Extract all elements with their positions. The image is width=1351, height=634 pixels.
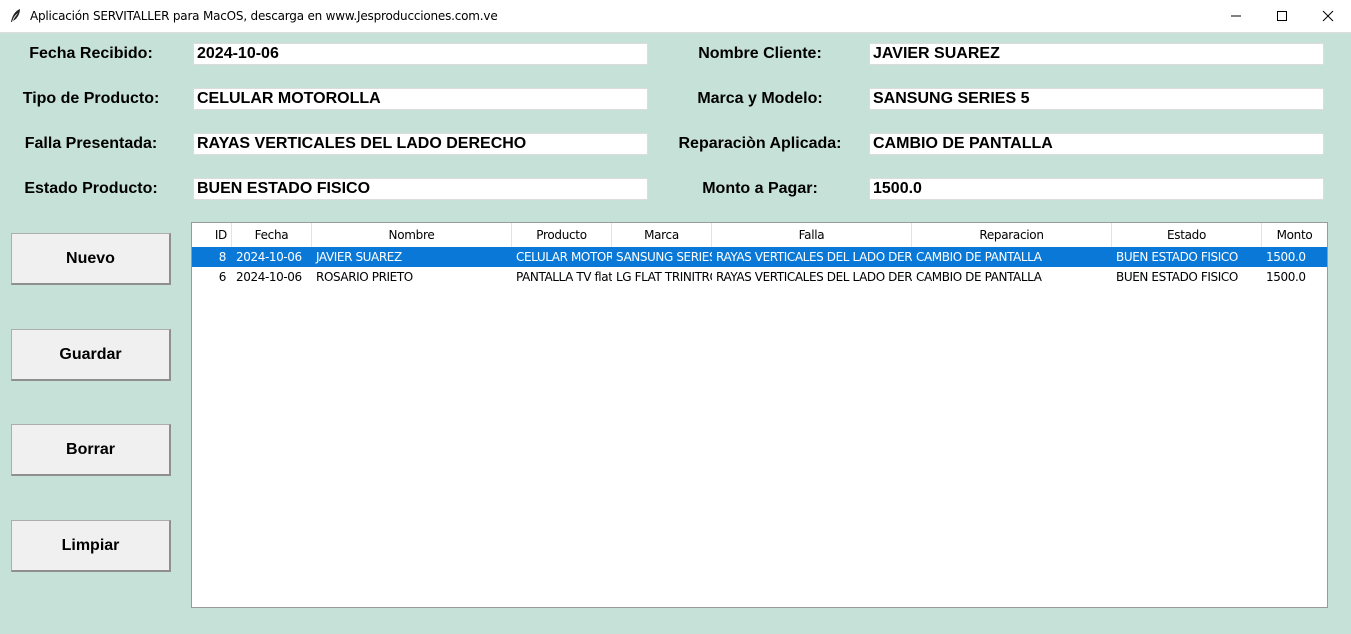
- column-header-falla[interactable]: Falla: [712, 223, 912, 247]
- falla-presentada-input[interactable]: [193, 133, 648, 155]
- cell-id: 6: [218, 270, 227, 284]
- cell-estado: BUEN ESTADO FISICO: [1116, 270, 1238, 284]
- records-table[interactable]: ID Fecha Nombre Producto Marca Falla Rep…: [191, 222, 1328, 608]
- monto-pagar-input[interactable]: [869, 178, 1324, 200]
- column-header-id[interactable]: ID: [192, 223, 232, 247]
- table-row[interactable]: 8 2024-10-06 JAVIER SUAREZ CELULAR MOTOR…: [192, 247, 1327, 267]
- cell-reparacion: CAMBIO DE PANTALLA: [916, 270, 1042, 284]
- maximize-button[interactable]: [1259, 0, 1305, 32]
- column-header-fecha[interactable]: Fecha: [232, 223, 312, 247]
- cell-monto: 1500.0: [1266, 270, 1306, 284]
- feather-icon: [9, 8, 23, 24]
- nuevo-button[interactable]: Nuevo: [11, 233, 171, 285]
- column-header-marca[interactable]: Marca: [612, 223, 712, 247]
- monto-pagar-label: Monto a Pagar:: [702, 180, 818, 197]
- column-header-nombre[interactable]: Nombre: [312, 223, 512, 247]
- cell-producto: CELULAR MOTOROLLA: [516, 250, 612, 264]
- nombre-cliente-label: Nombre Cliente:: [698, 45, 822, 62]
- cell-fecha: 2024-10-06: [236, 250, 302, 264]
- estado-producto-label: Estado Producto:: [24, 180, 158, 197]
- column-header-reparacion[interactable]: Reparacion: [912, 223, 1112, 247]
- reparacion-aplicada-input[interactable]: [869, 133, 1324, 155]
- fecha-recibido-input[interactable]: [193, 43, 648, 65]
- cell-falla: RAYAS VERTICALES DEL LADO DERECHO: [716, 270, 912, 284]
- cell-marca: LG FLAT TRINITRON: [616, 270, 712, 284]
- cell-nombre: JAVIER SUAREZ: [316, 250, 402, 264]
- cell-producto: PANTALLA TV flat: [516, 270, 612, 284]
- column-header-monto[interactable]: Monto: [1262, 223, 1327, 247]
- limpiar-button[interactable]: Limpiar: [11, 520, 171, 572]
- reparacion-aplicada-label: Reparaciòn Aplicada:: [678, 135, 842, 152]
- tipo-producto-label: Tipo de Producto:: [22, 90, 160, 107]
- cell-fecha: 2024-10-06: [236, 270, 302, 284]
- guardar-button[interactable]: Guardar: [11, 329, 171, 381]
- cell-reparacion: CAMBIO DE PANTALLA: [916, 250, 1042, 264]
- borrar-button[interactable]: Borrar: [11, 424, 171, 476]
- marca-modelo-input[interactable]: [869, 88, 1324, 110]
- column-header-producto[interactable]: Producto: [512, 223, 612, 247]
- nombre-cliente-input[interactable]: [869, 43, 1324, 65]
- column-header-estado[interactable]: Estado: [1112, 223, 1262, 247]
- cell-nombre: ROSARIO PRIETO: [316, 270, 413, 284]
- close-button[interactable]: [1305, 0, 1351, 32]
- window-title: Aplicación SERVITALLER para MacOS, desca…: [30, 9, 498, 23]
- tipo-producto-input[interactable]: [193, 88, 648, 110]
- cell-monto: 1500.0: [1266, 250, 1306, 264]
- table-row[interactable]: 6 2024-10-06 ROSARIO PRIETO PANTALLA TV …: [192, 267, 1327, 287]
- cell-falla: RAYAS VERTICALES DEL LADO DERECHO: [716, 250, 912, 264]
- cell-marca: SANSUNG SERIES 5: [616, 250, 712, 264]
- estado-producto-input[interactable]: [193, 178, 648, 200]
- falla-presentada-label: Falla Presentada:: [24, 135, 158, 152]
- fecha-recibido-label: Fecha Recibido:: [29, 45, 153, 62]
- minimize-button[interactable]: [1213, 0, 1259, 32]
- cell-id: 8: [218, 250, 227, 264]
- table-header: ID Fecha Nombre Producto Marca Falla Rep…: [192, 223, 1327, 247]
- marca-modelo-label: Marca y Modelo:: [697, 90, 823, 107]
- cell-estado: BUEN ESTADO FISICO: [1116, 250, 1238, 264]
- title-bar: Aplicación SERVITALLER para MacOS, desca…: [0, 0, 1351, 33]
